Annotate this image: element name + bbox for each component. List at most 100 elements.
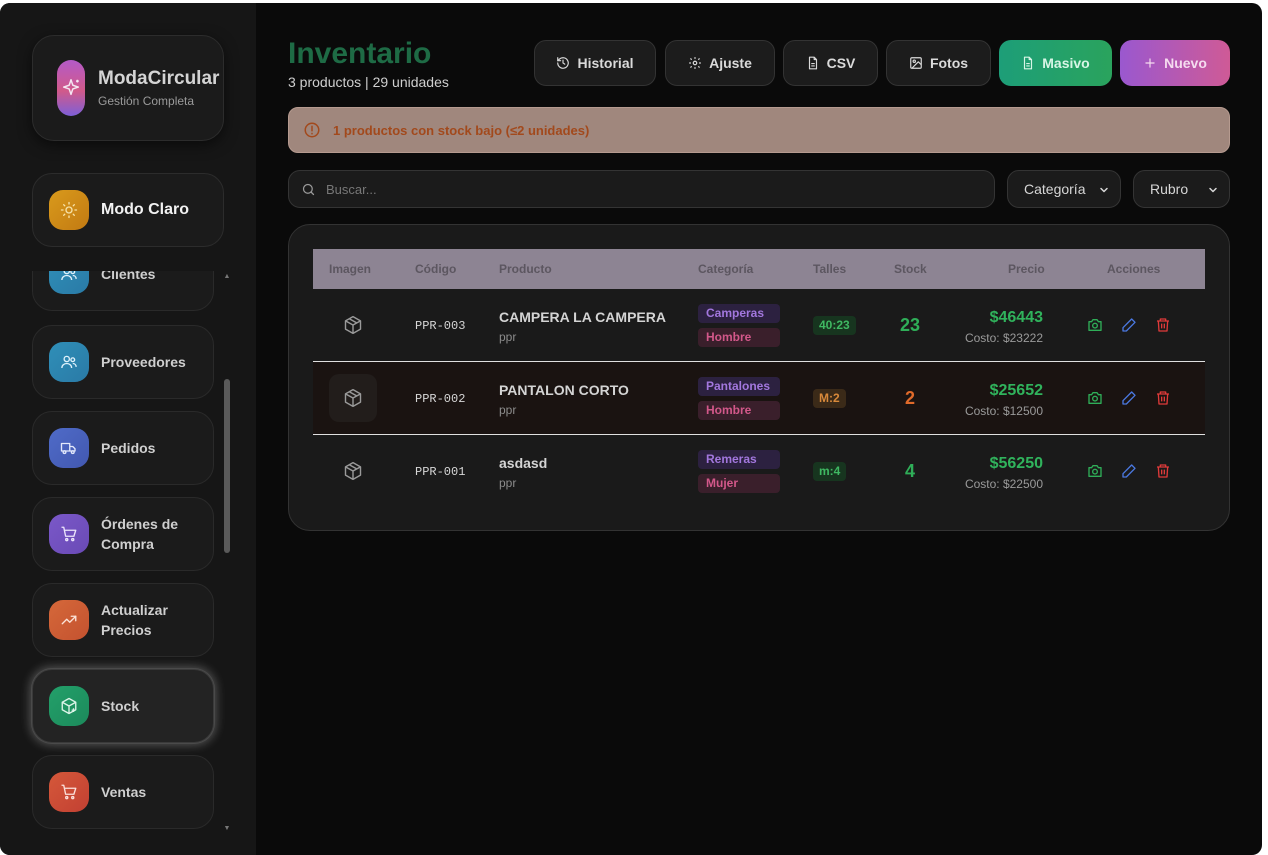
price-value: $46443 bbox=[989, 309, 1043, 326]
camera-icon[interactable] bbox=[1087, 390, 1103, 406]
package-icon bbox=[329, 374, 377, 422]
sun-icon bbox=[49, 190, 89, 230]
categoria-select-value: Categoría bbox=[1024, 181, 1086, 197]
scroll-up-arrow-icon[interactable]: ▲ bbox=[223, 273, 231, 281]
product-name: CAMPERA LA CAMPERA bbox=[499, 309, 666, 325]
sidebar-item-stock[interactable]: Stock bbox=[32, 669, 214, 743]
product-code: PPR-003 bbox=[415, 319, 466, 333]
sidebar-item-label: Actualizar Precios bbox=[101, 602, 168, 638]
sparkles-icon bbox=[57, 60, 85, 116]
edit-pencil-icon[interactable] bbox=[1121, 463, 1137, 479]
sidebar-item-label: Stock bbox=[101, 698, 140, 714]
col-categoria: Categoría bbox=[698, 262, 754, 276]
sizes-badge: 40:23 bbox=[813, 316, 856, 335]
sidebar-item-clientes[interactable]: Clientes bbox=[32, 271, 214, 311]
brand-card[interactable]: ModaCircular Gestión Completa bbox=[32, 35, 224, 141]
alert-text: 1 productos con stock bajo (≤2 unidades) bbox=[333, 122, 590, 138]
rubro-badge: Mujer bbox=[698, 474, 780, 493]
low-stock-alert: 1 productos con stock bajo (≤2 unidades) bbox=[288, 107, 1230, 153]
masivo-label: Masivo bbox=[1042, 55, 1090, 71]
scroll-down-arrow-icon[interactable]: ▼ bbox=[223, 825, 231, 833]
ajuste-label: Ajuste bbox=[709, 55, 752, 71]
ajuste-button[interactable]: Ajuste bbox=[665, 40, 775, 86]
sidebar-item-actualizar-precios[interactable]: Actualizar Precios bbox=[32, 583, 214, 657]
package-icon bbox=[329, 447, 377, 495]
brand-name: ModaCircular bbox=[98, 68, 220, 89]
cost-value: Costo: $22500 bbox=[964, 477, 1043, 491]
shopping-cart-icon bbox=[49, 514, 89, 554]
sizes-badge: M:2 bbox=[813, 389, 846, 408]
rubro-badge: Hombre bbox=[698, 401, 780, 420]
nuevo-button[interactable]: Nuevo bbox=[1120, 40, 1230, 86]
search-input[interactable] bbox=[326, 181, 966, 197]
sidebar-item-ordenes-compra[interactable]: Órdenes de Compra bbox=[32, 497, 214, 571]
gear-icon bbox=[688, 56, 702, 70]
csv-button[interactable]: CSV bbox=[783, 40, 878, 86]
sidebar-item-label: Ventas bbox=[101, 784, 147, 800]
table-header: Imagen Código Producto Categoría Talles … bbox=[313, 249, 1205, 289]
product-subtitle: ppr bbox=[499, 403, 517, 417]
price-value: $25652 bbox=[989, 382, 1043, 399]
category-badge: Remeras bbox=[698, 450, 780, 469]
table-row-low-stock[interactable]: PPR-002 PANTALON CORTO ppr Pantalones Ho… bbox=[313, 362, 1205, 434]
col-imagen: Imagen bbox=[329, 262, 372, 276]
truck-icon bbox=[49, 428, 89, 468]
masivo-button[interactable]: Masivo bbox=[999, 40, 1112, 86]
trash-icon[interactable] bbox=[1155, 390, 1171, 406]
page-title: Inventario bbox=[288, 37, 432, 70]
sizes-badge: m:4 bbox=[813, 462, 847, 481]
table-row[interactable]: PPR-003 CAMPERA LA CAMPERA ppr Camperas … bbox=[313, 289, 1205, 361]
search-bar[interactable] bbox=[288, 170, 995, 208]
file-icon bbox=[806, 56, 820, 70]
csv-label: CSV bbox=[826, 55, 856, 71]
sidebar-item-ventas[interactable]: Ventas bbox=[32, 755, 214, 829]
fotos-button[interactable]: Fotos bbox=[886, 40, 991, 86]
image-icon bbox=[909, 56, 923, 70]
cost-value: Costo: $23222 bbox=[964, 331, 1043, 345]
trending-up-icon bbox=[49, 600, 89, 640]
cost-value: Costo: $12500 bbox=[964, 404, 1043, 418]
shopping-cart-icon bbox=[49, 772, 89, 812]
chevron-down-icon bbox=[1207, 183, 1219, 199]
inventory-summary: 3 productos | 29 unidades bbox=[288, 74, 449, 90]
trash-icon[interactable] bbox=[1155, 317, 1171, 333]
category-badge: Pantalones bbox=[698, 377, 780, 396]
plus-icon bbox=[1143, 56, 1157, 70]
fotos-label: Fotos bbox=[929, 55, 969, 71]
col-talles: Talles bbox=[813, 262, 847, 276]
package-plus-icon bbox=[49, 686, 89, 726]
trash-icon[interactable] bbox=[1155, 463, 1171, 479]
history-icon bbox=[556, 56, 570, 70]
product-code: PPR-002 bbox=[415, 392, 466, 406]
product-subtitle: ppr bbox=[499, 330, 517, 344]
edit-pencil-icon[interactable] bbox=[1121, 317, 1137, 333]
brand-subtitle: Gestión Completa bbox=[98, 94, 195, 108]
search-icon bbox=[301, 182, 316, 197]
product-subtitle: ppr bbox=[499, 476, 517, 490]
scrollbar-thumb[interactable] bbox=[224, 379, 230, 553]
sidebar-item-pedidos[interactable]: Pedidos bbox=[32, 411, 214, 485]
category-badge: Camperas bbox=[698, 304, 780, 323]
products-table-panel: Imagen Código Producto Categoría Talles … bbox=[288, 224, 1230, 531]
rubro-select-value: Rubro bbox=[1150, 181, 1189, 197]
edit-pencil-icon[interactable] bbox=[1121, 390, 1137, 406]
camera-icon[interactable] bbox=[1087, 317, 1103, 333]
sidebar-item-label: Proveedores bbox=[101, 354, 186, 370]
sidebar-scrollbar[interactable]: ▲ ▼ bbox=[222, 273, 232, 833]
users-icon bbox=[49, 271, 89, 294]
camera-icon[interactable] bbox=[1087, 463, 1103, 479]
rubro-badge: Hombre bbox=[698, 328, 780, 347]
sidebar-item-proveedores[interactable]: Proveedores bbox=[32, 325, 214, 399]
categoria-select[interactable]: Categoría bbox=[1007, 170, 1121, 208]
product-name: asdasd bbox=[499, 455, 548, 471]
package-icon bbox=[329, 301, 377, 349]
product-name: PANTALON CORTO bbox=[499, 382, 629, 398]
main-content: Inventario 3 productos | 29 unidades His… bbox=[256, 3, 1262, 855]
rubro-select[interactable]: Rubro bbox=[1133, 170, 1230, 208]
sidebar: ModaCircular Gestión Completa Modo Claro… bbox=[0, 3, 256, 855]
sidebar-item-label: Pedidos bbox=[101, 440, 156, 456]
sidebar-item-label: Órdenes de Compra bbox=[101, 516, 179, 552]
light-mode-toggle[interactable]: Modo Claro bbox=[32, 173, 224, 247]
table-row[interactable]: PPR-001 asdasd ppr Remeras Mujer m:4 4 $… bbox=[313, 435, 1205, 507]
historial-button[interactable]: Historial bbox=[534, 40, 656, 86]
